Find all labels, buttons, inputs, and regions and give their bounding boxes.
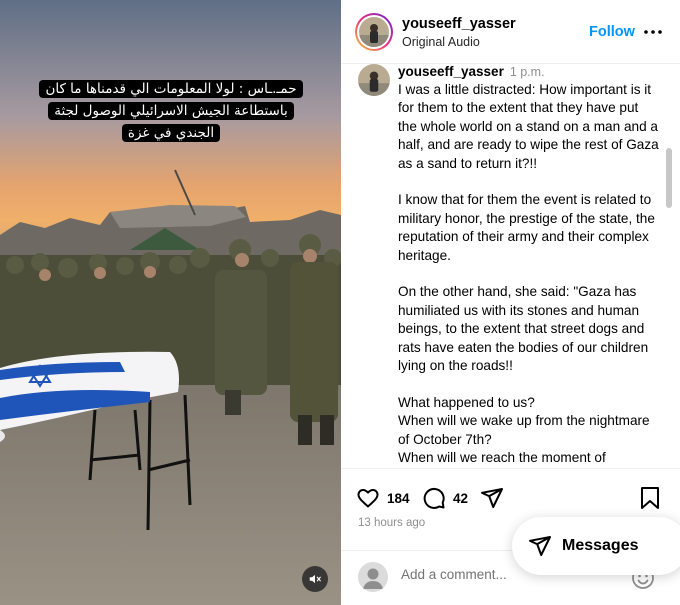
messages-label: Messages: [562, 537, 639, 554]
video-caption-overlay: حمـ.ـاس : لولا المعلومات الي قدمناها ما …: [36, 78, 306, 144]
current-user-avatar: [358, 562, 388, 592]
save-button[interactable]: [639, 486, 661, 510]
post-details-panel: youseeff_yasser Original Audio Follow yo…: [341, 0, 680, 605]
post-header: youseeff_yasser Original Audio Follow: [341, 0, 680, 64]
author-avatar: [359, 17, 389, 47]
scrollbar-thumb[interactable]: [666, 148, 672, 208]
author-username[interactable]: youseeff_yasser: [402, 16, 516, 32]
heart-icon: [357, 489, 379, 508]
comment-time: 1 p.m.: [509, 65, 545, 79]
messages-button[interactable]: Messages: [512, 517, 680, 575]
caption-paragraph: I was a little distracted: How important…: [398, 82, 659, 171]
comment-bubble-icon: [423, 487, 445, 509]
comment-button[interactable]: 42: [422, 486, 468, 510]
share-button[interactable]: [480, 486, 504, 510]
default-user-icon: [363, 568, 383, 589]
comment-header: youseeff_yasser 1 p.m.: [398, 64, 545, 79]
audio-label[interactable]: Original Audio: [402, 35, 480, 49]
speaker-muted-icon: [309, 574, 321, 584]
author-avatar-story-ring[interactable]: [355, 13, 393, 51]
caption-paragraph: I know that for them the event is relate…: [398, 192, 655, 263]
caption-paragraph: On the other hand, she said: "Gaza has h…: [398, 284, 649, 374]
more-options-button[interactable]: [643, 22, 663, 42]
comment-author-avatar[interactable]: [358, 64, 390, 96]
post-timestamp[interactable]: 13 hours ago: [358, 517, 425, 529]
like-count[interactable]: 184: [387, 491, 410, 506]
paper-plane-icon: [481, 488, 503, 508]
caption-text-body: I was a little distracted: How important…: [398, 81, 660, 468]
paper-plane-icon: [529, 536, 551, 556]
more-options-icon: [644, 30, 662, 34]
caption-comment-area[interactable]: youseeff_yasser 1 p.m. I was a little dis…: [341, 64, 680, 468]
follow-button[interactable]: Follow: [589, 24, 635, 40]
caption-text: حمـ.ـاس : لولا المعلومات الي قدمناها ما …: [39, 80, 303, 142]
caption-paragraph: What happened to us? When will we wake u…: [398, 394, 650, 466]
bookmark-icon: [641, 487, 659, 509]
mute-toggle-button[interactable]: [302, 566, 328, 592]
comment-count[interactable]: 42: [453, 491, 468, 506]
comment-username[interactable]: youseeff_yasser: [398, 64, 504, 79]
like-button[interactable]: 184: [356, 486, 410, 510]
post-video[interactable]: حمـ.ـاس : لولا المعلومات الي قدمناها ما …: [0, 0, 341, 605]
